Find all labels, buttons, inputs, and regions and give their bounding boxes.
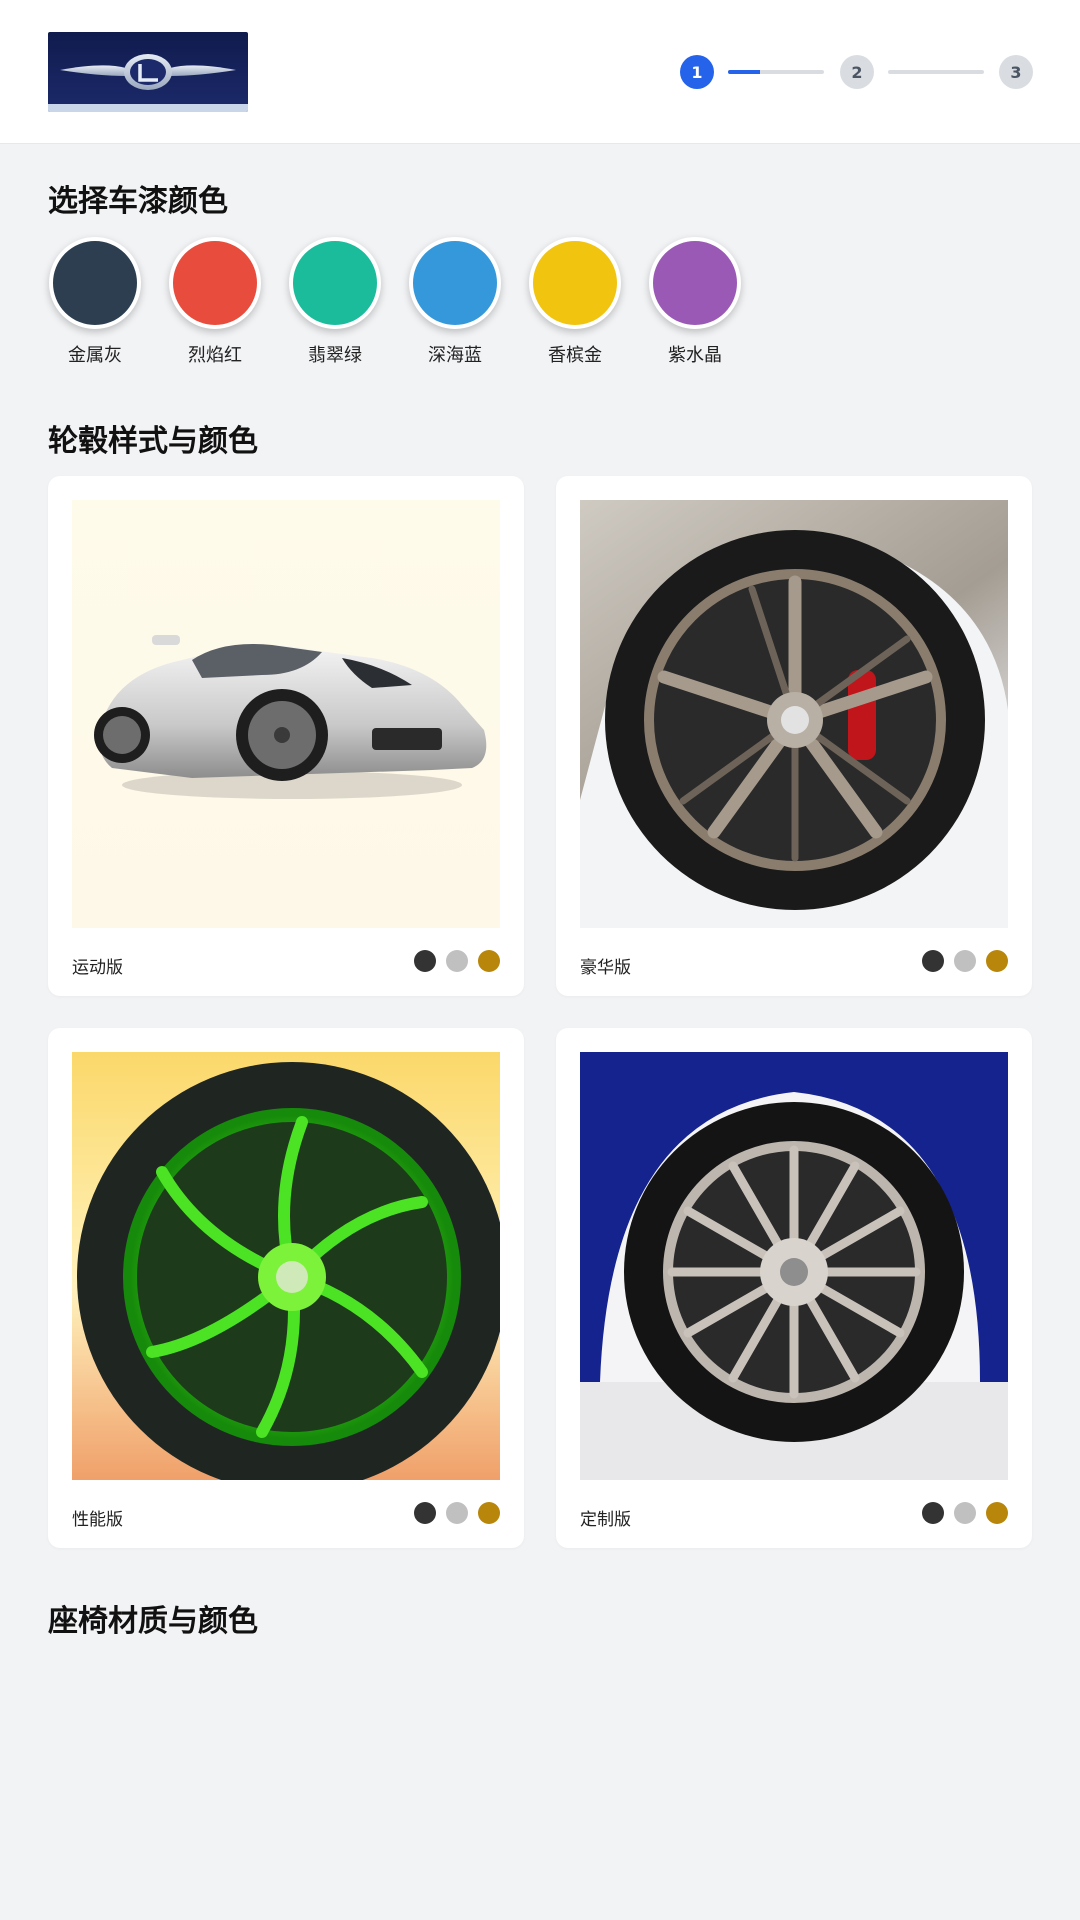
wheels-section-title: 轮毂样式与颜色 bbox=[48, 424, 258, 459]
wheel-finish-swatch[interactable] bbox=[954, 1502, 976, 1524]
wheel-option-card[interactable]: 豪华版 bbox=[556, 476, 1032, 996]
wheel-option-card[interactable]: 运动版 bbox=[48, 476, 524, 996]
paint-swatch-label: 翡翠绿 bbox=[308, 345, 362, 366]
wheel-finish-swatch[interactable] bbox=[922, 1502, 944, 1524]
wheel-option-label: 运动版 bbox=[72, 958, 123, 978]
paint-swatch[interactable]: 紫水晶 bbox=[647, 237, 743, 367]
paint-swatch-color bbox=[409, 237, 501, 329]
wheel-finish-swatch[interactable] bbox=[446, 950, 468, 972]
wheel-option-card[interactable]: 性能版 bbox=[48, 1028, 524, 1548]
paint-swatch[interactable]: 金属灰 bbox=[47, 237, 143, 367]
wheel-finish-options bbox=[414, 1502, 500, 1524]
paint-swatch-color bbox=[49, 237, 141, 329]
wheel-finish-swatch[interactable] bbox=[986, 1502, 1008, 1524]
wheel-finish-swatch[interactable] bbox=[922, 950, 944, 972]
step-2[interactable]: 2 bbox=[840, 55, 874, 89]
paint-swatch-label: 深海蓝 bbox=[428, 345, 482, 366]
header: 1 2 3 bbox=[0, 0, 1080, 144]
paint-swatch[interactable]: 深海蓝 bbox=[407, 237, 503, 367]
progress-stepper: 1 2 3 bbox=[680, 55, 1033, 89]
paint-swatch-color bbox=[649, 237, 741, 329]
wheel-option-card[interactable]: 定制版 bbox=[556, 1028, 1032, 1548]
wheel-finish-options bbox=[922, 950, 1008, 972]
paint-swatch-label: 紫水晶 bbox=[668, 345, 722, 366]
wheel-image-sports-car bbox=[72, 500, 500, 928]
paint-swatch[interactable]: 烈焰红 bbox=[167, 237, 263, 367]
paint-swatch[interactable]: 香槟金 bbox=[527, 237, 623, 367]
step-connector-2 bbox=[888, 70, 984, 74]
wheel-finish-options bbox=[922, 1502, 1008, 1524]
paint-swatch-label: 金属灰 bbox=[68, 345, 122, 366]
wheel-finish-swatch[interactable] bbox=[414, 1502, 436, 1524]
brand-logo[interactable] bbox=[48, 32, 248, 112]
wheel-finish-swatch[interactable] bbox=[954, 950, 976, 972]
step-3[interactable]: 3 bbox=[999, 55, 1033, 89]
step-connector-1-progress bbox=[728, 70, 760, 74]
paint-swatch-color bbox=[529, 237, 621, 329]
step-1[interactable]: 1 bbox=[680, 55, 714, 89]
wheel-finish-swatch[interactable] bbox=[446, 1502, 468, 1524]
paint-section-title: 选择车漆颜色 bbox=[48, 184, 228, 219]
wheel-finish-swatch[interactable] bbox=[478, 1502, 500, 1524]
paint-swatch-label: 烈焰红 bbox=[188, 345, 242, 366]
paint-swatch-color bbox=[169, 237, 261, 329]
brand-wing-logo-icon bbox=[48, 32, 248, 112]
step-connector-1 bbox=[728, 70, 824, 74]
wheel-option-label: 性能版 bbox=[72, 1510, 123, 1530]
wheel-finish-swatch[interactable] bbox=[414, 950, 436, 972]
wheel-image-bronze-wheel bbox=[580, 500, 1008, 928]
paint-swatch[interactable]: 翡翠绿 bbox=[287, 237, 383, 367]
wheel-finish-options bbox=[414, 950, 500, 972]
wheel-image-green-wheel bbox=[72, 1052, 500, 1480]
wheel-finish-swatch[interactable] bbox=[478, 950, 500, 972]
wheel-option-label: 定制版 bbox=[580, 1510, 631, 1530]
wheel-finish-swatch[interactable] bbox=[986, 950, 1008, 972]
seats-section-title: 座椅材质与颜色 bbox=[48, 1604, 258, 1639]
paint-swatch-color bbox=[289, 237, 381, 329]
paint-swatch-label: 香槟金 bbox=[548, 345, 602, 366]
wheel-option-label: 豪华版 bbox=[580, 958, 631, 978]
wheel-image-silver-wheel bbox=[580, 1052, 1008, 1480]
